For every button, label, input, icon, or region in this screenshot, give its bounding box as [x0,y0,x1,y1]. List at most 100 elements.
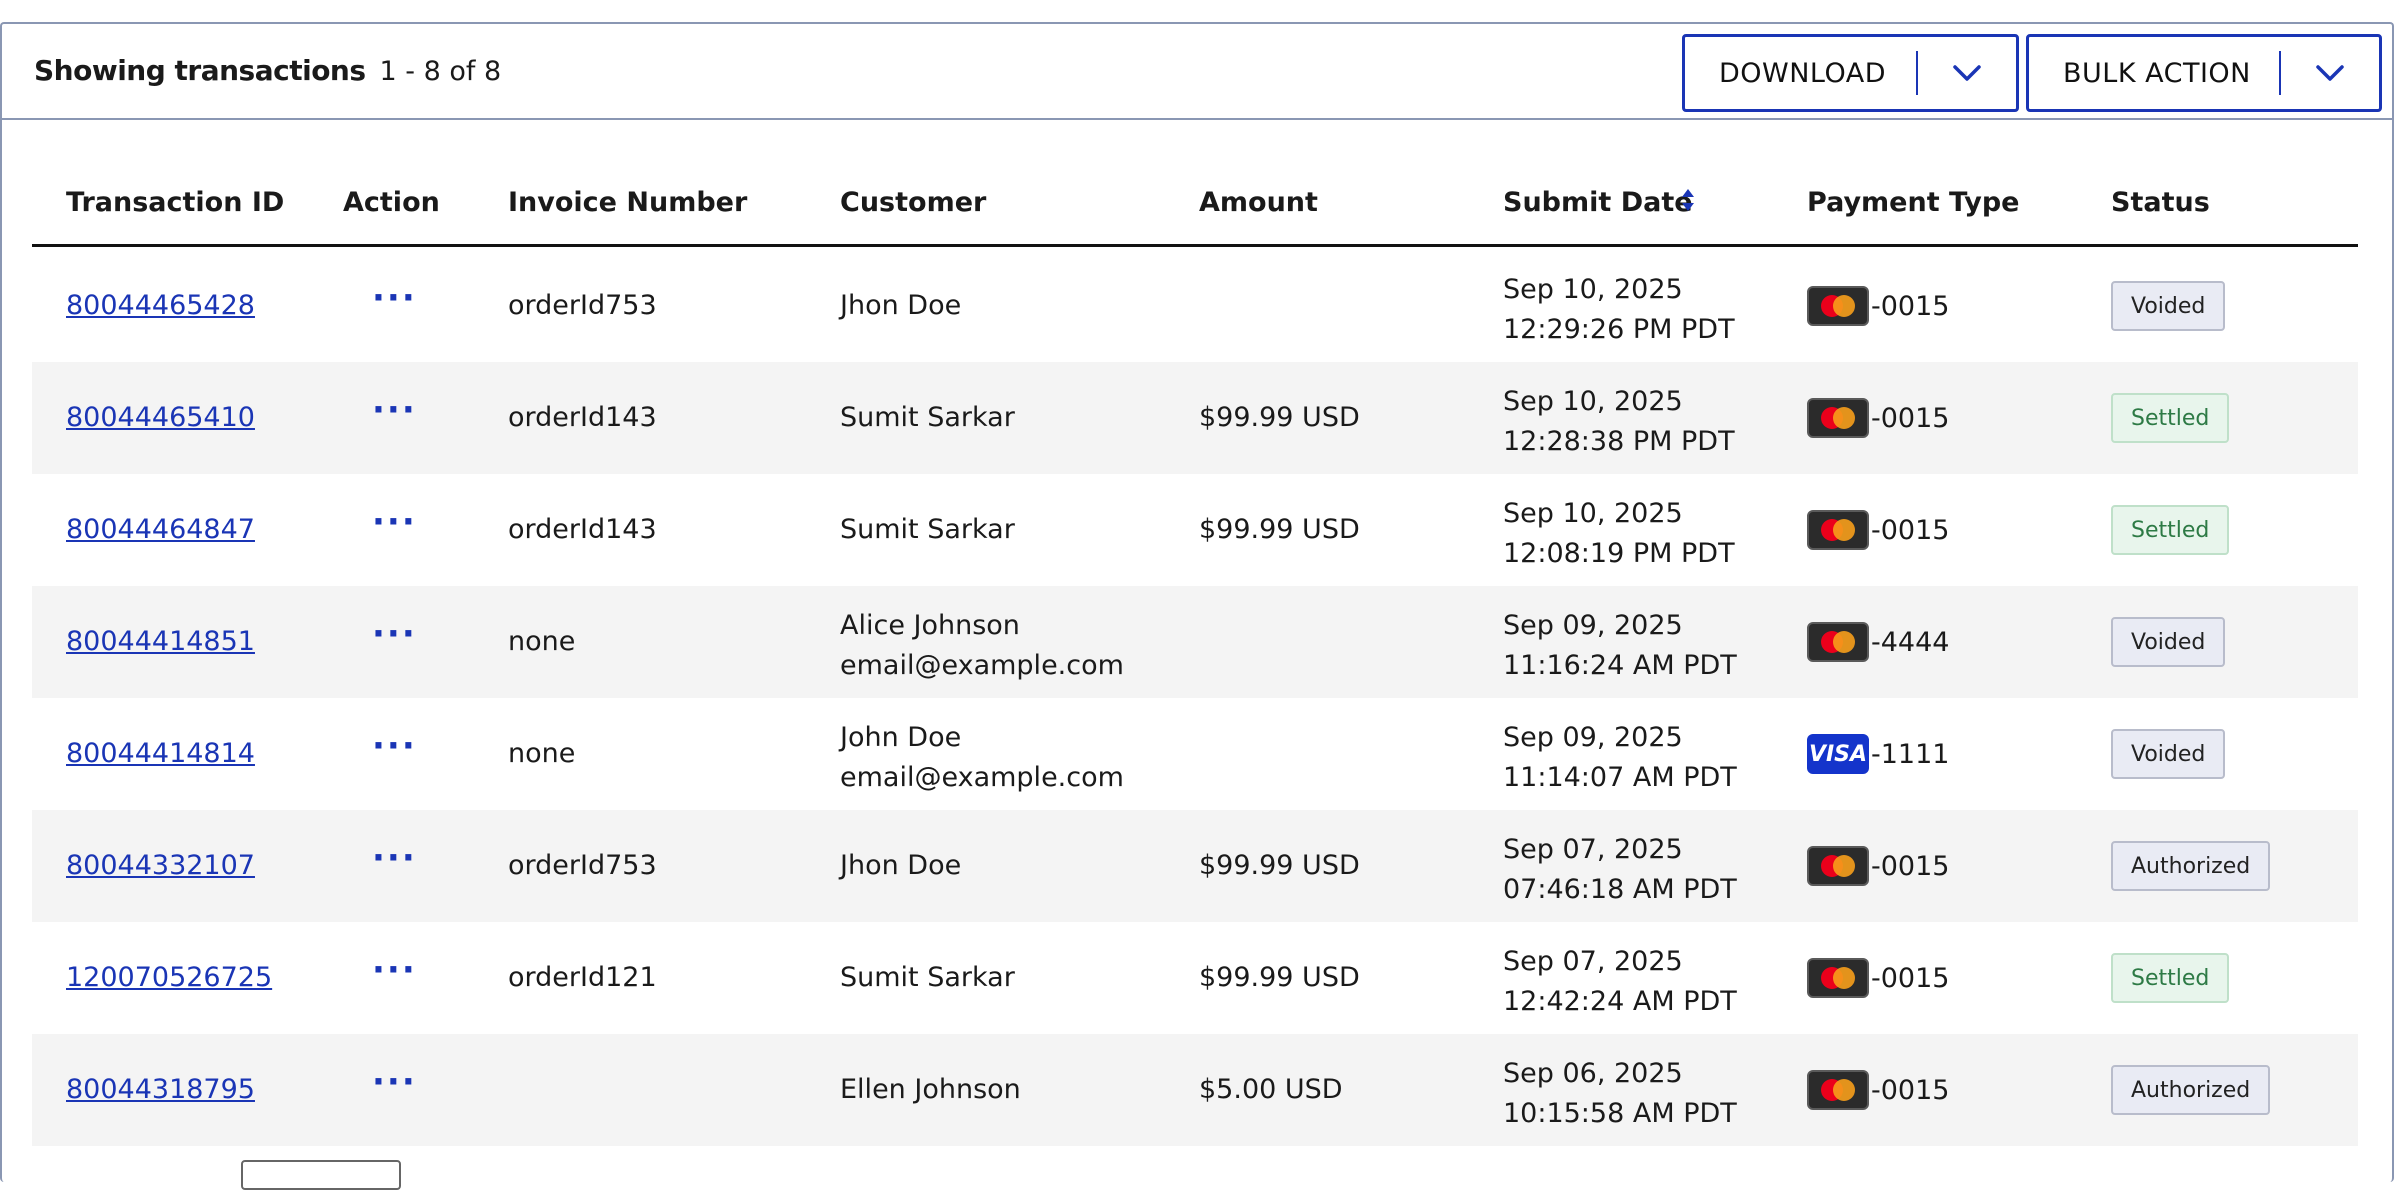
payment-type: VISA -1111 [1807,734,1949,774]
row-action-menu-icon[interactable]: ··· [372,726,417,766]
table-row: 80044465428 ··· orderId753 Jhon Doe Sep 10, … [32,250,2358,362]
invoice-number: orderId753 [508,290,657,321]
submit-time: 12:28:38 PM PDT [1503,426,1735,457]
customer-name: Jhon Doe [840,850,962,881]
mastercard-icon [1807,1070,1869,1110]
submit-time: 07:46:18 AM PDT [1503,874,1737,905]
mastercard-icon [1807,846,1869,886]
table-row: 120070526725 ··· orderId121 Sumit Sarkar $99… [32,922,2358,1034]
transaction-id-link[interactable]: 80044332107 [66,850,255,881]
row-action-menu-icon[interactable]: ··· [372,838,417,878]
mastercard-icon [1807,510,1869,550]
submit-date: Sep 10, 2025 [1503,274,1683,305]
submit-date-cell: Sep 10, 2025 12:28:38 PM PDT [1503,382,1735,462]
sort-icon[interactable] [1680,187,1696,217]
card-last4: -0015 [1871,514,1950,546]
customer-name: Alice Johnson [840,610,1020,641]
row-action-menu-icon[interactable]: ··· [372,614,417,654]
customer-name: John Doe [840,722,962,753]
payment-type: -0015 [1807,846,1949,886]
submit-date-cell: Sep 07, 2025 07:46:18 AM PDT [1503,830,1737,910]
customer-name: Sumit Sarkar [840,962,1015,993]
invoice-number: orderId143 [508,402,657,433]
column-customer[interactable]: Customer [840,187,986,218]
transaction-id-link[interactable]: 80044465410 [66,402,255,433]
payment-type: -0015 [1807,958,1949,998]
row-action-menu-icon[interactable]: ··· [372,950,417,990]
submit-time: 11:16:24 AM PDT [1503,650,1737,681]
amount: $99.99 USD [1199,514,1360,545]
payment-type: -0015 [1807,510,1949,550]
download-label: DOWNLOAD [1719,57,1887,89]
card-last4: -0015 [1871,1074,1950,1106]
payment-type: -0015 [1807,398,1949,438]
submit-date: Sep 07, 2025 [1503,834,1683,865]
showing-summary: Showing transactions 1 - 8 of 8 [34,54,501,87]
transaction-id-link[interactable]: 80044465428 [66,290,255,321]
status-badge: Voided [2111,617,2226,667]
status-badge: Authorized [2111,841,2271,891]
bulk-action-label: BULK ACTION [2063,57,2251,89]
submit-date: Sep 07, 2025 [1503,946,1683,977]
status-badge: Voided [2111,729,2226,779]
row-action-menu-icon[interactable]: ··· [372,1062,417,1102]
page-title: Showing transactions [34,54,366,87]
result-range: 1 - 8 of 8 [379,56,502,87]
column-status[interactable]: Status [2111,187,2210,218]
amount: $5.00 USD [1199,1074,1343,1105]
table-row: 80044318795 ··· Ellen Johnson $5.00 USD Sep … [32,1034,2358,1146]
status-badge: Voided [2111,281,2226,331]
row-action-menu-icon[interactable]: ··· [372,502,417,542]
customer-name: Sumit Sarkar [840,514,1015,545]
transaction-id-link[interactable]: 80044414814 [66,738,255,769]
page-size-select[interactable] [241,1160,401,1190]
submit-date-cell: Sep 09, 2025 11:16:24 AM PDT [1503,606,1737,686]
submit-date: Sep 09, 2025 [1503,610,1683,641]
mastercard-icon [1807,958,1869,998]
table-row: 80044332107 ··· orderId753 Jhon Doe $99.99 U… [32,810,2358,922]
submit-date: Sep 10, 2025 [1503,386,1683,417]
card-last4: -0015 [1871,850,1950,882]
column-payment-type[interactable]: Payment Type [1807,187,2019,218]
download-button[interactable]: DOWNLOAD [1682,34,2019,112]
column-submit-date[interactable]: Submit Date [1503,187,1693,218]
submit-time: 12:29:26 PM PDT [1503,314,1735,345]
submit-date: Sep 10, 2025 [1503,498,1683,529]
customer-cell: John Doe email@example.com [840,718,1124,798]
customer-name: Sumit Sarkar [840,402,1015,433]
transaction-id-link[interactable]: 80044464847 [66,514,255,545]
submit-date-cell: Sep 06, 2025 10:15:58 AM PDT [1503,1054,1737,1134]
submit-time: 11:14:07 AM PDT [1503,762,1737,793]
submit-date: Sep 09, 2025 [1503,722,1683,753]
payment-type: -0015 [1807,286,1949,326]
status-badge: Settled [2111,505,2230,555]
amount: $99.99 USD [1199,402,1360,433]
table-row: 80044414814 ··· none John Doe email@example.… [32,698,2358,810]
bulk-action-button[interactable]: BULK ACTION [2026,34,2382,112]
row-action-menu-icon[interactable]: ··· [372,278,417,318]
submit-date-cell: Sep 09, 2025 11:14:07 AM PDT [1503,718,1737,798]
card-last4: -4444 [1871,626,1950,658]
column-amount[interactable]: Amount [1199,187,1318,218]
invoice-number: orderId753 [508,850,657,881]
column-action: Action [343,187,440,218]
transaction-id-link[interactable]: 80044414851 [66,626,255,657]
column-transaction-id[interactable]: Transaction ID [66,187,284,218]
transaction-id-link[interactable]: 120070526725 [66,962,272,993]
submit-time: 12:08:19 PM PDT [1503,538,1735,569]
table-row: 80044465410 ··· orderId143 Sumit Sarkar $99.… [32,362,2358,474]
mastercard-icon [1807,622,1869,662]
chevron-down-icon[interactable] [1918,63,2016,83]
payment-type: -4444 [1807,622,1949,662]
transactions-toolbar: Showing transactions 1 - 8 of 8 DOWNLOAD… [2,24,2392,120]
column-invoice-number[interactable]: Invoice Number [508,187,747,218]
customer-name: Ellen Johnson [840,1074,1021,1105]
submit-date-cell: Sep 10, 2025 12:29:26 PM PDT [1503,270,1735,350]
chevron-down-icon[interactable] [2281,63,2379,83]
mastercard-icon [1807,286,1869,326]
row-action-menu-icon[interactable]: ··· [372,390,417,430]
transaction-id-link[interactable]: 80044318795 [66,1074,255,1105]
card-last4: -1111 [1871,738,1950,770]
invoice-number: none [508,738,576,769]
amount: $99.99 USD [1199,962,1360,993]
